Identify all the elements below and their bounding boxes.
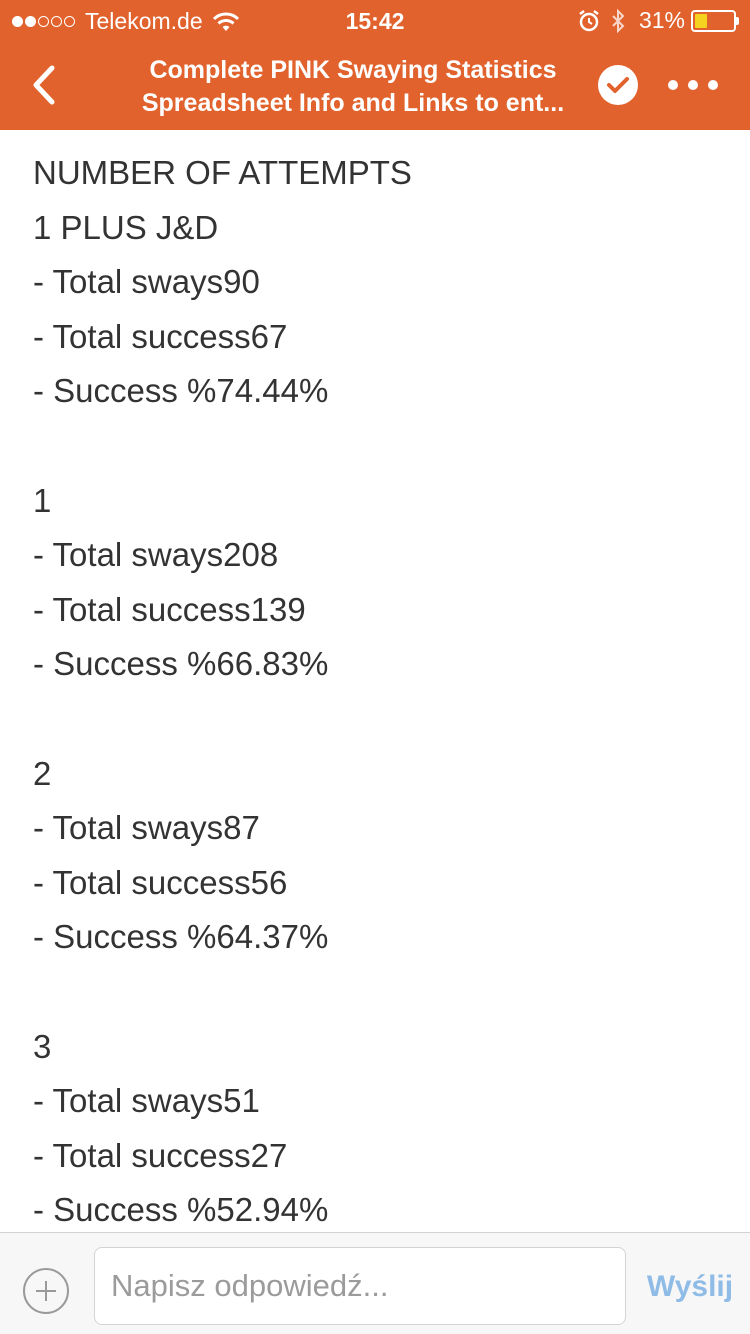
text-line: - Total success56: [33, 863, 288, 901]
checkmark-icon: [607, 77, 629, 93]
add-attachment-button[interactable]: [23, 1268, 69, 1314]
page-title: Complete PINK Swaying Statistics Spreads…: [108, 54, 598, 120]
text-line: - Success %66.83%: [33, 645, 329, 683]
status-bar: Telekom.de 15:42 31%: [0, 0, 750, 40]
alarm-clock-icon: [579, 9, 599, 31]
text-line: NUMBER OF ATTEMPTS: [33, 154, 412, 191]
status-right: 31%: [579, 7, 739, 34]
page-title-line2: Spreadsheet Info and Links to ent...: [141, 89, 565, 117]
text-line: - Total sways87: [33, 809, 260, 847]
more-options-button[interactable]: [668, 78, 718, 92]
text-line: - Total success27: [33, 1136, 288, 1174]
battery-icon: [691, 9, 739, 32]
send-button[interactable]: Wyślij: [642, 1270, 738, 1304]
more-dot: [668, 80, 678, 90]
text-line: 1 PLUS J&D: [33, 208, 219, 246]
text-line: - Total success139: [33, 590, 306, 628]
mark-complete-button[interactable]: [598, 65, 638, 105]
text-line: 3: [33, 1027, 52, 1065]
text-line: 2: [33, 754, 52, 792]
text-line: - Success %64.37%: [33, 918, 329, 956]
more-dot: [688, 80, 698, 90]
bluetooth-icon: [612, 8, 625, 33]
text-line: - Total sways90: [33, 263, 260, 301]
message-body: NUMBER OF ATTEMPTS 1 PLUS J&D - Total sw…: [33, 146, 723, 1232]
reply-input[interactable]: [94, 1247, 626, 1325]
reply-bar: Wyślij: [0, 1232, 750, 1334]
text-line: - Total sways51: [33, 1082, 260, 1120]
app-header: Telekom.de 15:42 31% Complete PINK Swayi…: [0, 0, 750, 130]
battery-percent: 31%: [638, 7, 685, 33]
more-dot: [708, 80, 718, 90]
text-line: 1: [33, 481, 52, 519]
page-title-line1: Complete PINK Swaying Statistics: [149, 56, 557, 84]
text-line: - Success %52.94%: [33, 1191, 329, 1229]
text-line: - Success %74.44%: [33, 372, 329, 410]
back-button[interactable]: [24, 62, 64, 108]
nav-bar: Complete PINK Swaying Statistics Spreads…: [0, 40, 750, 130]
text-line: - Total sways208: [33, 536, 279, 574]
text-line: - Total success67: [33, 317, 288, 355]
